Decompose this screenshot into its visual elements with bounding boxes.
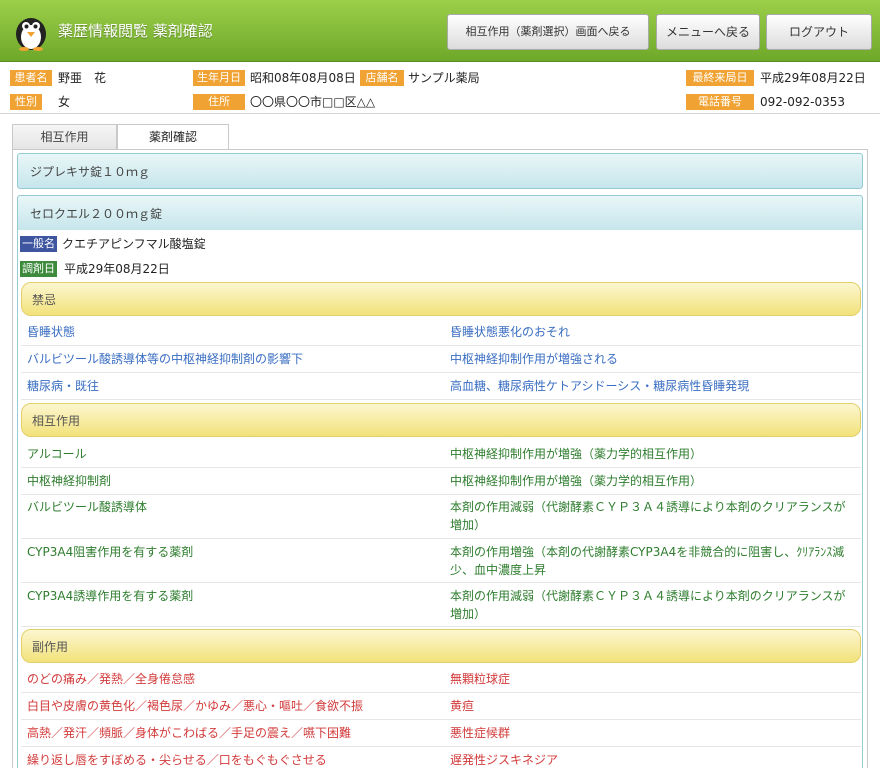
symptom: 繰り返し唇をすぼめる・尖らせる／口をもぐもぐさせる (27, 753, 327, 767)
section-contraindication: 禁忌 (21, 282, 861, 316)
table-row: バルビツール酸誘導体等の中枢神経抑制剤の影響下 中枢神経抑制作用が増強される (21, 346, 861, 373)
phone-label: 電話番号 (686, 94, 754, 110)
interaction-effect: 本剤の作用減弱（代謝酵素ＣＹＰ３Ａ４誘導により本剤のクリアランスが増加） (450, 589, 846, 621)
last-visit-label: 最終来局日 (686, 70, 754, 86)
last-visit-date: 平成29年08月22日 (760, 71, 866, 85)
address-label: 住所 (193, 94, 245, 110)
patient-name: 野亜 花 (58, 71, 107, 85)
drug-detail: 一般名 クエチアピンフマル酸塩錠 調剤日 平成29年08月22日 禁忌 昏睡状態… (17, 230, 863, 768)
table-row: 繰り返し唇をすぼめる・尖らせる／口をもぐもぐさせる 遅発性ジスキネジア (21, 747, 861, 768)
drug-accordion-zyprexa[interactable]: ジプレキサ錠１０ｍｇ (17, 153, 863, 189)
table-row: 中枢神経抑制剤 中枢神経抑制作用が増強（薬力学的相互作用） (21, 468, 861, 495)
table-row: CYP3A4誘導作用を有する薬剤 本剤の作用減弱（代謝酵素ＣＹＰ３Ａ４誘導により… (21, 583, 861, 627)
interacting-drug: アルコール (27, 447, 87, 461)
drug-accordion-seroquel[interactable]: セロクエル２００ｍｇ錠 (17, 195, 863, 231)
condition: バルビツール酸誘導体等の中枢神経抑制剤の影響下 (27, 352, 304, 366)
interaction-effect: 中枢神経抑制作用が増強（薬力学的相互作用） (450, 474, 703, 488)
patient-info: 患者名 野亜 花 性別 女 生年月日 昭和08年08月08日 住所 〇〇県〇〇市… (0, 62, 880, 114)
section-interaction: 相互作用 (21, 403, 861, 437)
page-title: 薬歴情報閲覧 薬剤確認 (58, 22, 213, 40)
table-row: 高熱／発汗／頻脈／身体がこわばる／手足の震え／嚥下困難 悪性症候群 (21, 720, 861, 747)
interacting-drug: CYP3A4阻害作用を有する薬剤 (27, 545, 194, 559)
dispense-date-label: 調剤日 (20, 261, 57, 277)
patient-sex: 女 (58, 95, 71, 109)
condition: 昏睡状態 (27, 325, 76, 339)
patient-sex-label: 性別 (10, 94, 42, 110)
tab-drug-check[interactable]: 薬剤確認 (117, 124, 229, 150)
table-row: アルコール 中枢神経抑制作用が増強（薬力学的相互作用） (21, 440, 861, 468)
birth-date: 昭和08年08月08日 (250, 71, 356, 85)
table-row: 昏睡状態 昏睡状態悪化のおそれ (21, 319, 861, 346)
phone-number: 092-092-0353 (760, 95, 846, 109)
table-row: のどの痛み／発熱／全身倦怠感 無顆粒球症 (21, 666, 861, 693)
tab-interaction[interactable]: 相互作用 (12, 124, 117, 150)
condition: 糖尿病・既往 (27, 379, 100, 393)
address: 〇〇県〇〇市□□区△△ (250, 95, 376, 109)
table-row: 糖尿病・既往 高血糖、糖尿病性ケトアシドーシス・糖尿病性昏睡発現 (21, 373, 861, 400)
back-to-interaction-button[interactable]: 相互作用（薬剤選択）画面へ戻る (447, 14, 649, 50)
interaction-effect: 本剤の作用減弱（代謝酵素ＣＹＰ３Ａ４誘導により本剤のクリアランスが増加） (450, 500, 846, 532)
side-effect-name: 遅発性ジスキネジア (450, 753, 559, 767)
side-effect-name: 無顆粒球症 (450, 672, 511, 686)
symptom: のどの痛み／発熱／全身倦怠感 (27, 672, 196, 686)
drug-check-panel: ジプレキサ錠１０ｍｇ セロクエル２００ｍｇ錠 一般名 クエチアピンフマル酸塩錠 … (12, 149, 868, 768)
symptom: 高熱／発汗／頻脈／身体がこわばる／手足の震え／嚥下困難 (27, 726, 352, 740)
penguin-logo-icon (16, 18, 46, 51)
interaction-effect: 本剤の作用増強（本剤の代謝酵素CYP3A4を非競合的に阻害し、ｸﾘｱﾗﾝｽ減少、… (450, 545, 845, 577)
store-label: 店舗名 (360, 70, 404, 86)
patient-name-label: 患者名 (10, 70, 52, 86)
table-row: 白目や皮膚の黄色化／褐色尿／かゆみ／悪心・嘔吐／食欲不振 黄疸 (21, 693, 861, 720)
interaction-effect: 中枢神経抑制作用が増強（薬力学的相互作用） (450, 447, 703, 461)
generic-name: クエチアピンフマル酸塩錠 (62, 237, 206, 251)
dispense-date: 平成29年08月22日 (64, 262, 170, 276)
section-side-effects: 副作用 (21, 629, 861, 663)
table-row: CYP3A4阻害作用を有する薬剤 本剤の作用増強（本剤の代謝酵素CYP3A4を非… (21, 539, 861, 583)
logout-button[interactable]: ログアウト (766, 14, 872, 50)
effect: 昏睡状態悪化のおそれ (450, 325, 571, 339)
side-effect-name: 黄疸 (450, 699, 475, 713)
side-effect-name: 悪性症候群 (450, 726, 511, 740)
effect: 中枢神経抑制作用が増強される (450, 352, 619, 366)
store-name: サンプル薬局 (408, 71, 480, 85)
symptom: 白目や皮膚の黄色化／褐色尿／かゆみ／悪心・嘔吐／食欲不振 (27, 699, 364, 713)
interacting-drug: CYP3A4誘導作用を有する薬剤 (27, 589, 194, 603)
effect: 高血糖、糖尿病性ケトアシドーシス・糖尿病性昏睡発現 (450, 379, 750, 393)
generic-name-label: 一般名 (20, 236, 57, 252)
table-row: バルビツール酸誘導体 本剤の作用減弱（代謝酵素ＣＹＰ３Ａ４誘導により本剤のクリア… (21, 495, 861, 539)
interacting-drug: バルビツール酸誘導体 (27, 500, 148, 514)
back-to-menu-button[interactable]: メニューへ戻る (656, 14, 760, 50)
app-header: 薬歴情報閲覧 薬剤確認 相互作用（薬剤選択）画面へ戻る メニューへ戻る ログアウ… (0, 0, 880, 62)
interacting-drug: 中枢神経抑制剤 (27, 474, 112, 488)
birth-date-label: 生年月日 (193, 70, 245, 86)
